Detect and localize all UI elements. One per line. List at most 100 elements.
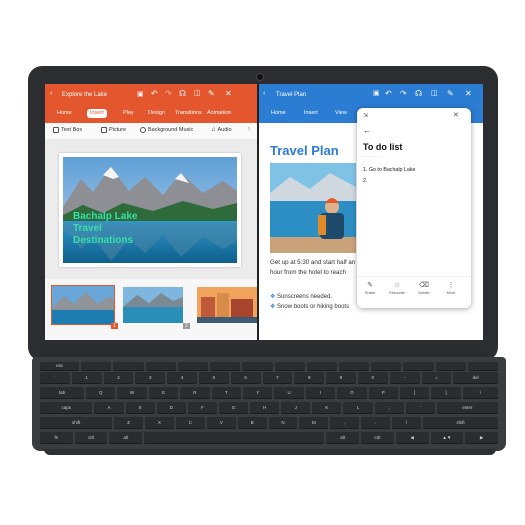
key-C[interactable]: C — [175, 417, 205, 428]
key-[interactable]: = — [421, 372, 452, 383]
tab-transitions[interactable]: Transitions — [175, 110, 202, 116]
key-[interactable]: [ — [399, 387, 430, 398]
key-[interactable]: ▶ — [465, 432, 498, 443]
key-enter[interactable]: enter — [436, 402, 498, 413]
key-H[interactable]: H — [250, 402, 280, 413]
tab-animation[interactable]: Animation — [207, 110, 231, 116]
note-item-1[interactable]: 1. Go to Bachalp Lake — [363, 167, 415, 173]
pen-icon[interactable]: ✎ — [447, 89, 454, 98]
slide-thumbnail-3[interactable] — [197, 287, 257, 323]
undo-icon[interactable]: ↶ — [151, 89, 158, 98]
key-caps[interactable]: caps — [40, 402, 93, 413]
undo-icon[interactable]: ↶ — [385, 89, 392, 98]
key-ctrl[interactable]: ctrl — [74, 432, 108, 443]
key-ctrl[interactable]: ctrl — [361, 432, 394, 443]
close-icon[interactable]: ✕ — [465, 89, 472, 98]
key-9[interactable]: 9 — [326, 372, 356, 383]
key-L[interactable]: L — [343, 402, 373, 413]
key-U[interactable]: U — [274, 387, 304, 398]
key-blank[interactable] — [435, 362, 466, 370]
save-icon[interactable]: ▣ — [137, 90, 144, 98]
key-blank[interactable] — [403, 362, 434, 370]
key-esc[interactable]: esc — [40, 362, 80, 370]
key-A[interactable]: A — [94, 402, 124, 413]
key-[interactable]: \ — [462, 387, 498, 398]
key-blank[interactable] — [144, 432, 325, 443]
key-3[interactable]: 3 — [135, 372, 166, 383]
save-icon[interactable]: ▣ — [373, 89, 380, 97]
key-blank[interactable] — [467, 362, 498, 370]
key-[interactable]: ' — [405, 402, 435, 413]
key-8[interactable]: 8 — [294, 372, 325, 383]
key-O[interactable]: O — [337, 387, 367, 398]
key-P[interactable]: P — [368, 387, 398, 398]
slide-thumbnail-1[interactable] — [51, 285, 115, 325]
note-item-2[interactable]: 2. — [363, 178, 367, 184]
close-note-icon[interactable]: ✕ — [453, 111, 459, 119]
key-D[interactable]: D — [156, 402, 186, 413]
tab-insert[interactable]: Insert — [87, 109, 107, 118]
key-E[interactable]: E — [148, 387, 179, 398]
key-[interactable]: ◀ — [395, 432, 429, 443]
key-6[interactable]: 6 — [230, 372, 261, 383]
key-shift[interactable]: shift — [422, 417, 498, 428]
textbox-button[interactable]: Text Box — [53, 127, 82, 133]
export-icon[interactable]: ◫ — [431, 89, 438, 97]
key-F[interactable]: F — [187, 402, 217, 413]
tab-home[interactable]: Home — [271, 110, 286, 116]
tab-view[interactable]: View — [335, 110, 347, 116]
close-icon[interactable]: ✕ — [225, 89, 232, 98]
key-blank[interactable] — [177, 362, 209, 370]
key-alt[interactable]: alt — [109, 432, 143, 443]
favourite-note-button[interactable]: ☆ Favourite — [386, 282, 408, 295]
pen-icon[interactable]: ✎ — [208, 89, 215, 98]
key-[interactable]: ▲▼ — [430, 432, 464, 443]
chevron-right-icon[interactable]: › — [248, 126, 250, 132]
key-J[interactable]: J — [281, 402, 311, 413]
key-X[interactable]: X — [145, 417, 174, 428]
background-music-button[interactable]: Background Music — [140, 127, 193, 133]
tab-home[interactable]: Home — [57, 110, 72, 116]
key-S[interactable]: S — [125, 402, 155, 413]
key-K[interactable]: K — [312, 402, 342, 413]
redo-icon[interactable]: ↷ — [400, 89, 407, 98]
key-[interactable]: , — [330, 417, 360, 428]
share-icon[interactable]: ☊ — [179, 89, 186, 98]
back-arrow-icon[interactable]: ← — [363, 126, 371, 135]
key-blank[interactable] — [274, 362, 305, 370]
delete-note-button[interactable]: ⌫ Delete — [413, 282, 435, 295]
key-7[interactable]: 7 — [262, 372, 293, 383]
key-Z[interactable]: Z — [114, 417, 144, 428]
key-[interactable]: ; — [374, 402, 404, 413]
tab-insert[interactable]: Insert — [304, 110, 318, 116]
slide-thumbnail-2[interactable] — [123, 287, 183, 323]
key-blank[interactable] — [210, 362, 241, 370]
key-0[interactable]: 0 — [357, 372, 388, 383]
key-5[interactable]: 5 — [198, 372, 229, 383]
key-[interactable]: - — [389, 372, 420, 383]
key-N[interactable]: N — [268, 417, 298, 428]
key-tab[interactable]: tab — [40, 387, 85, 398]
key-blank[interactable] — [306, 362, 337, 370]
redo-icon[interactable]: ↷ — [165, 89, 172, 98]
key-2[interactable]: 2 — [103, 372, 134, 383]
key-4[interactable]: 4 — [167, 372, 197, 383]
key-Q[interactable]: Q — [86, 387, 116, 398]
key-[interactable]: . — [361, 417, 391, 428]
key-blank[interactable] — [371, 362, 402, 370]
key-alt[interactable]: alt — [326, 432, 360, 443]
back-icon[interactable]: ‹ — [50, 90, 52, 97]
share-icon[interactable]: ☊ — [415, 89, 422, 98]
tab-play[interactable]: Play — [123, 110, 134, 116]
key-[interactable]: ` — [40, 372, 70, 383]
key-G[interactable]: G — [218, 402, 249, 413]
key-W[interactable]: W — [117, 387, 147, 398]
export-icon[interactable]: ◫ — [194, 89, 201, 97]
key-V[interactable]: V — [206, 417, 236, 428]
key-blank[interactable] — [242, 362, 273, 370]
key-blank[interactable] — [145, 362, 176, 370]
key-blank[interactable] — [113, 362, 144, 370]
audio-button[interactable]: ♫ Audio — [211, 127, 232, 133]
more-note-button[interactable]: ⋮ More — [440, 282, 462, 295]
key-Y[interactable]: Y — [243, 387, 273, 398]
